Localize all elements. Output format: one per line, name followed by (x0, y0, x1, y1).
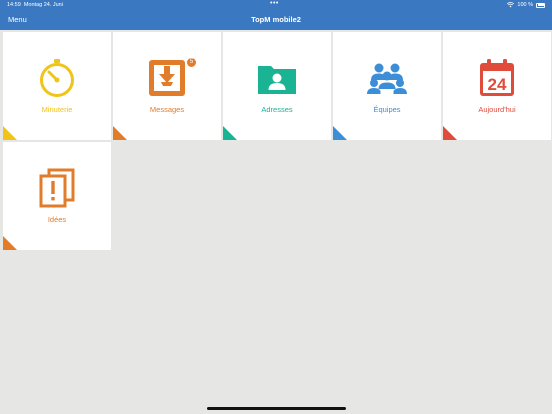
tile-corner (3, 236, 17, 250)
tile-corner (333, 126, 347, 140)
battery-icon (536, 2, 545, 8)
tile-idees[interactable]: Idées (3, 142, 111, 250)
wifi-icon (507, 2, 515, 8)
tile-messages[interactable]: 5 Messages (113, 32, 221, 140)
inbox-download-icon (149, 60, 185, 96)
tile-label: Adresses (261, 105, 293, 114)
tile-label: Équipes (373, 105, 401, 114)
tile-corner (3, 126, 17, 140)
status-bar: 14:59 Montag 24. Juni ••• 100 % (0, 0, 552, 10)
status-time: 14:59 Montag 24. Juni (7, 2, 63, 8)
tile-corner (443, 126, 457, 140)
tile-corner (223, 126, 237, 140)
home-indicator[interactable] (207, 407, 346, 410)
stopwatch-icon (40, 59, 74, 97)
tile-label: Idées (47, 215, 67, 224)
tile-corner (113, 126, 127, 140)
tile-equipes[interactable]: Équipes (333, 32, 441, 140)
tile-label: Minuterie (41, 105, 73, 114)
calendar-icon: 24 (480, 59, 514, 96)
calendar-day: 24 (488, 75, 507, 94)
contact-folder-icon (258, 66, 296, 94)
multitasking-dots[interactable]: ••• (270, 0, 279, 7)
status-right: 100 % (507, 2, 545, 8)
tile-adresses[interactable]: Adresses (223, 32, 331, 140)
page-title: TopM mobile2 (251, 15, 301, 24)
tile-label: Aujourd'hui (478, 105, 516, 114)
group-icon (367, 63, 407, 94)
unread-badge: 5 (186, 57, 197, 68)
tile-aujourdhui[interactable]: 24 Aujourd'hui (443, 32, 551, 140)
tile-minuterie[interactable]: Minuterie (3, 32, 111, 140)
battery-percent: 100 % (517, 2, 533, 8)
tile-label: Messages (149, 105, 185, 114)
idea-documents-icon (39, 168, 75, 208)
nav-bar: Menu TopM mobile2 (0, 10, 552, 30)
